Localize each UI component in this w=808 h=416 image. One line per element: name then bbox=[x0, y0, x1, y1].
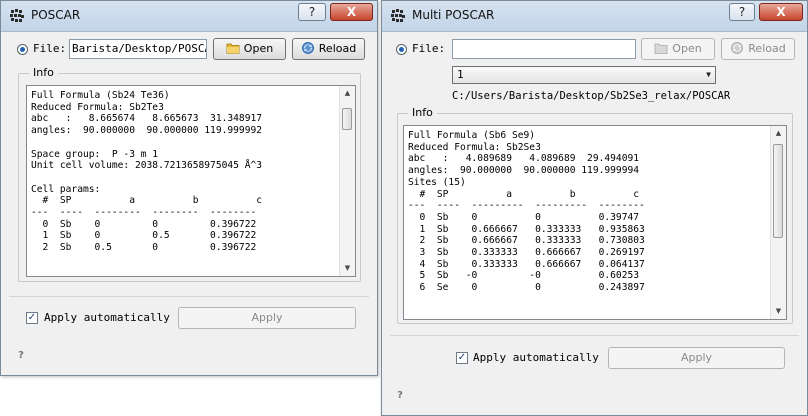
apply-automatically-checkbox[interactable]: ✓ bbox=[26, 312, 38, 324]
file-label: File: bbox=[412, 42, 446, 55]
multi-poscar-window: Multi POSCAR ? X File: Open Reload 1 ▼ C… bbox=[381, 0, 808, 416]
file-radio[interactable] bbox=[396, 44, 407, 55]
reload-button-label: Reload bbox=[318, 42, 357, 55]
file-path-text: C:/Users/Barista/Desktop/Sb2Se3_relax/PO… bbox=[452, 90, 731, 102]
reload-icon bbox=[301, 42, 314, 54]
app-icon bbox=[10, 9, 24, 22]
window-title: Multi POSCAR bbox=[412, 8, 495, 22]
chevron-down-icon: ▼ bbox=[706, 70, 711, 79]
info-textbox[interactable]: Full Formula (Sb6 Se9) Reduced Formula: … bbox=[403, 125, 787, 320]
info-group-title: Info bbox=[408, 106, 437, 119]
apply-automatically-label: Apply automatically bbox=[473, 351, 599, 364]
file-path-input[interactable] bbox=[452, 39, 636, 59]
reload-button[interactable]: Reload bbox=[721, 38, 795, 60]
scroll-down-icon[interactable]: ▼ bbox=[340, 261, 355, 276]
structure-select-value: 1 bbox=[457, 68, 464, 81]
file-label: File: bbox=[33, 42, 67, 55]
open-button-label: Open bbox=[672, 42, 702, 55]
scroll-down-icon[interactable]: ▼ bbox=[771, 304, 786, 319]
scroll-up-icon[interactable]: ▲ bbox=[340, 86, 355, 101]
structure-select[interactable]: 1 ▼ bbox=[452, 66, 716, 84]
app-icon bbox=[391, 9, 405, 22]
divider bbox=[9, 296, 369, 297]
scroll-thumb[interactable] bbox=[342, 108, 352, 130]
file-path-input[interactable]: Barista/Desktop/POSCAR bbox=[69, 39, 207, 59]
poscar-window: POSCAR ? X File: Barista/Desktop/POSCAR … bbox=[0, 0, 378, 376]
multi-titlebar[interactable]: Multi POSCAR ? X bbox=[382, 1, 807, 32]
info-scrollbar[interactable]: ▲ ▼ bbox=[770, 126, 786, 319]
scroll-up-icon[interactable]: ▲ bbox=[771, 126, 786, 141]
reload-button-label: Reload bbox=[748, 42, 786, 55]
help-button[interactable]: ? bbox=[729, 3, 755, 21]
apply-automatically-label: Apply automatically bbox=[44, 311, 170, 324]
close-button[interactable]: X bbox=[759, 3, 803, 21]
apply-button[interactable]: Apply bbox=[608, 347, 785, 369]
poscar-titlebar[interactable]: POSCAR ? X bbox=[1, 1, 377, 32]
divider bbox=[390, 335, 799, 336]
info-text: Full Formula (Sb24 Te36) Reduced Formula… bbox=[31, 90, 263, 254]
apply-automatically-checkbox[interactable]: ✓ bbox=[456, 352, 468, 364]
close-button[interactable]: X bbox=[330, 3, 373, 21]
apply-button[interactable]: Apply bbox=[178, 307, 356, 329]
info-text: Full Formula (Sb6 Se9) Reduced Formula: … bbox=[408, 130, 645, 294]
folder-icon bbox=[226, 43, 240, 54]
file-radio[interactable] bbox=[17, 44, 28, 55]
reload-button[interactable]: Reload bbox=[292, 38, 365, 60]
open-button[interactable]: Open bbox=[641, 38, 715, 60]
info-group-title: Info bbox=[29, 66, 58, 79]
reload-icon bbox=[731, 42, 744, 54]
open-button[interactable]: Open bbox=[213, 38, 286, 60]
info-textbox[interactable]: Full Formula (Sb24 Te36) Reduced Formula… bbox=[26, 85, 356, 277]
question-mark-icon[interactable]: ? bbox=[15, 350, 27, 362]
help-button[interactable]: ? bbox=[298, 3, 326, 21]
folder-icon bbox=[654, 43, 668, 54]
question-mark-icon[interactable]: ? bbox=[394, 390, 406, 402]
window-title: POSCAR bbox=[31, 8, 81, 22]
open-button-label: Open bbox=[243, 42, 274, 55]
info-scrollbar[interactable]: ▲ ▼ bbox=[339, 86, 355, 276]
scroll-thumb[interactable] bbox=[773, 144, 783, 238]
